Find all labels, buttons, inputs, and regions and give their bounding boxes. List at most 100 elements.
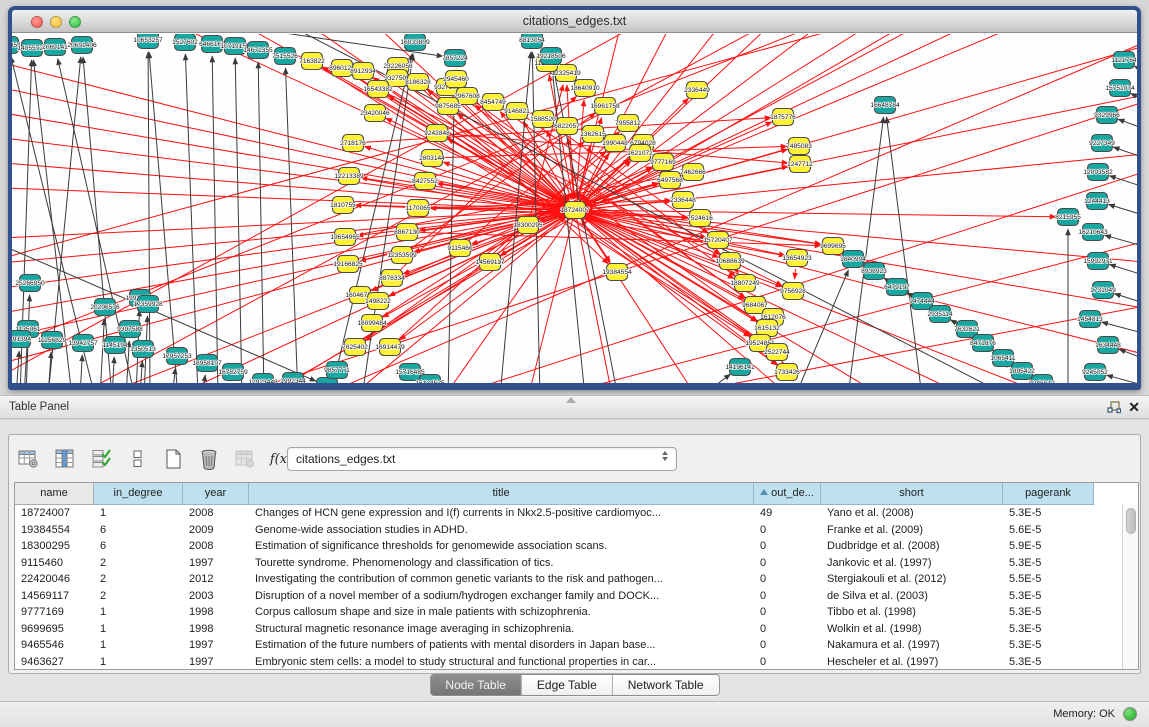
graph-node[interactable]: 1588520: [530, 111, 556, 128]
graph-node[interactable]: 19166825: [333, 256, 363, 273]
graph-node[interactable]: 1244413: [1084, 193, 1110, 210]
table-row[interactable]: 946362711997Embryonic stem cells: a mode…: [15, 654, 1138, 671]
graph-node[interactable]: 7857224: [442, 50, 468, 67]
graph-node[interactable]: 15720407: [703, 232, 733, 249]
new-document-icon[interactable]: [160, 447, 186, 471]
graph-node[interactable]: 9397588: [117, 321, 143, 338]
graph-node[interactable]: 9777169: [650, 154, 676, 171]
graph-node[interactable]: 1634448: [1095, 337, 1121, 354]
table-row[interactable]: 977716911998Corpus callosum shape and si…: [15, 604, 1138, 621]
graph-node[interactable]: 11156829: [38, 332, 67, 349]
graph-node[interactable]: 10653257: [133, 34, 163, 49]
delete-table-disabled-icon[interactable]: [232, 447, 258, 471]
table-row[interactable]: 946554611997Estimation of the future num…: [15, 637, 1138, 654]
graph-node[interactable]: 9875685: [435, 98, 461, 115]
graph-node[interactable]: 16961758: [590, 98, 620, 115]
graph-node[interactable]: 1875776: [770, 109, 796, 126]
graph-node[interactable]: 2522744: [764, 344, 790, 361]
column-header-pagerank[interactable]: pagerank: [1003, 483, 1094, 505]
table-header-row[interactable]: namein_degreeyeartitleout_de...shortpage…: [15, 483, 1138, 505]
graph-node[interactable]: 1145194: [102, 337, 128, 354]
graph-node[interactable]: 14196141: [725, 359, 755, 376]
column-header-out_de[interactable]: out_de...: [754, 483, 821, 505]
graph-node[interactable]: 8813054: [519, 34, 545, 49]
graph-node[interactable]: 18724007: [560, 202, 590, 219]
select-all-check-icon[interactable]: [88, 447, 114, 471]
graph-node[interactable]: 9242848: [424, 125, 450, 142]
table-vertical-scrollbar[interactable]: [1122, 505, 1138, 670]
graph-node[interactable]: 7515526: [272, 48, 298, 65]
graph-node[interactable]: 9245012: [1029, 375, 1055, 384]
graph-node[interactable]: 8186328: [405, 74, 431, 91]
table-row[interactable]: 911546021997Tourette syndrome. Phenomeno…: [15, 555, 1138, 572]
column-header-short[interactable]: short: [821, 483, 1003, 505]
graph-node[interactable]: 19654965: [330, 229, 360, 246]
graph-node[interactable]: 7524616: [687, 210, 713, 227]
graph-node[interactable]: 9146821: [504, 103, 530, 120]
graph-node[interactable]: 9245052: [1082, 364, 1108, 381]
graph-node[interactable]: 16782759: [218, 364, 248, 381]
graph-node[interactable]: 12353599: [387, 247, 417, 264]
window-titlebar[interactable]: citations_edges.txt: [12, 10, 1137, 33]
citation-network-graph[interactable]: 1872400771638228960128891293423226058932…: [12, 34, 1137, 383]
graph-node[interactable]: 8878334: [379, 270, 405, 287]
graph-node[interactable]: 18300295: [513, 217, 543, 234]
graph-node[interactable]: 1350513: [130, 341, 156, 358]
column-header-name[interactable]: name: [15, 483, 94, 505]
graph-node[interactable]: 1170065: [405, 200, 431, 217]
graph-node[interactable]: 7462666: [680, 164, 706, 181]
graph-node[interactable]: 8427552: [412, 173, 438, 190]
graph-node[interactable]: 1121764: [1111, 52, 1137, 69]
memory-ok-indicator-icon[interactable]: [1123, 707, 1137, 721]
graph-node[interactable]: 1454813: [1077, 311, 1103, 328]
graph-node[interactable]: 17359928: [133, 296, 163, 313]
graph-node[interactable]: 15751074: [1105, 80, 1135, 97]
graph-node[interactable]: 6497568: [657, 172, 683, 189]
graph-node[interactable]: 14671355: [243, 42, 273, 59]
graph-node[interactable]: 1840994: [840, 251, 866, 268]
table-row[interactable]: 2242004622012Investigating the contribut…: [15, 571, 1138, 588]
graph-node[interactable]: 8867130: [394, 224, 420, 241]
tab-node-table[interactable]: Node Table: [430, 675, 522, 695]
column-header-title[interactable]: title: [249, 483, 754, 505]
graph-node[interactable]: 1992344: [280, 373, 306, 384]
graph-node[interactable]: 16210643: [1078, 224, 1108, 241]
graph-node[interactable]: 20691406: [67, 37, 97, 54]
graph-node[interactable]: 1498222: [365, 293, 391, 310]
table-row[interactable]: 1830029562008Estimation of significance …: [15, 538, 1138, 555]
graph-node[interactable]: 2336449: [684, 82, 710, 99]
graph-node[interactable]: 1527602: [172, 34, 198, 51]
table-row[interactable]: 969969511998Structural magnetic resonanc…: [15, 621, 1138, 638]
graph-node[interactable]: 20206576: [90, 299, 120, 316]
graph-node[interactable]: 1731049: [1090, 282, 1116, 299]
graph-node[interactable]: 18640910: [570, 80, 600, 97]
table-row[interactable]: 1872400712008Changes of HCN gene express…: [15, 505, 1138, 522]
graph-node[interactable]: 7485083: [786, 138, 812, 155]
graph-node[interactable]: 9699695: [820, 238, 846, 255]
table-columns-icon[interactable]: [52, 447, 78, 471]
graph-node[interactable]: 8912934: [350, 63, 376, 80]
graph-node[interactable]: 2945460: [443, 71, 469, 88]
graph-node[interactable]: 2803144: [419, 150, 445, 167]
table-row[interactable]: 1456911722003Disruption of a novel membe…: [15, 588, 1138, 605]
graph-node[interactable]: 12923448: [248, 374, 278, 384]
graph-node[interactable]: 391394: [12, 331, 31, 348]
graph-node[interactable]: 17957253: [162, 348, 192, 365]
table-selector-dropdown[interactable]: citations_edges.txt: [287, 447, 677, 471]
graph-node[interactable]: 12093582: [1083, 164, 1113, 181]
graph-node[interactable]: 8938923: [861, 263, 887, 280]
tab-network-table[interactable]: Network Table: [613, 675, 719, 695]
graph-node[interactable]: 1990448: [602, 135, 628, 152]
graph-node[interactable]: 9329966: [1094, 107, 1120, 124]
graph-node[interactable]: 2935114: [927, 306, 953, 323]
table-settings-icon[interactable]: [16, 447, 42, 471]
graph-node[interactable]: 9756928: [780, 283, 806, 300]
splitter-grip-icon[interactable]: [566, 397, 576, 403]
tab-edge-table[interactable]: Edge Table: [522, 675, 613, 695]
graph-node[interactable]: 8454749: [480, 94, 506, 111]
graph-node[interactable]: 8215955: [1055, 209, 1081, 226]
column-header-in_degree[interactable]: in_degree: [94, 483, 183, 505]
scrollbar-thumb[interactable]: [1126, 508, 1136, 534]
graph-node[interactable]: 7955812: [615, 115, 641, 132]
graph-node[interactable]: 9857771: [324, 362, 350, 379]
